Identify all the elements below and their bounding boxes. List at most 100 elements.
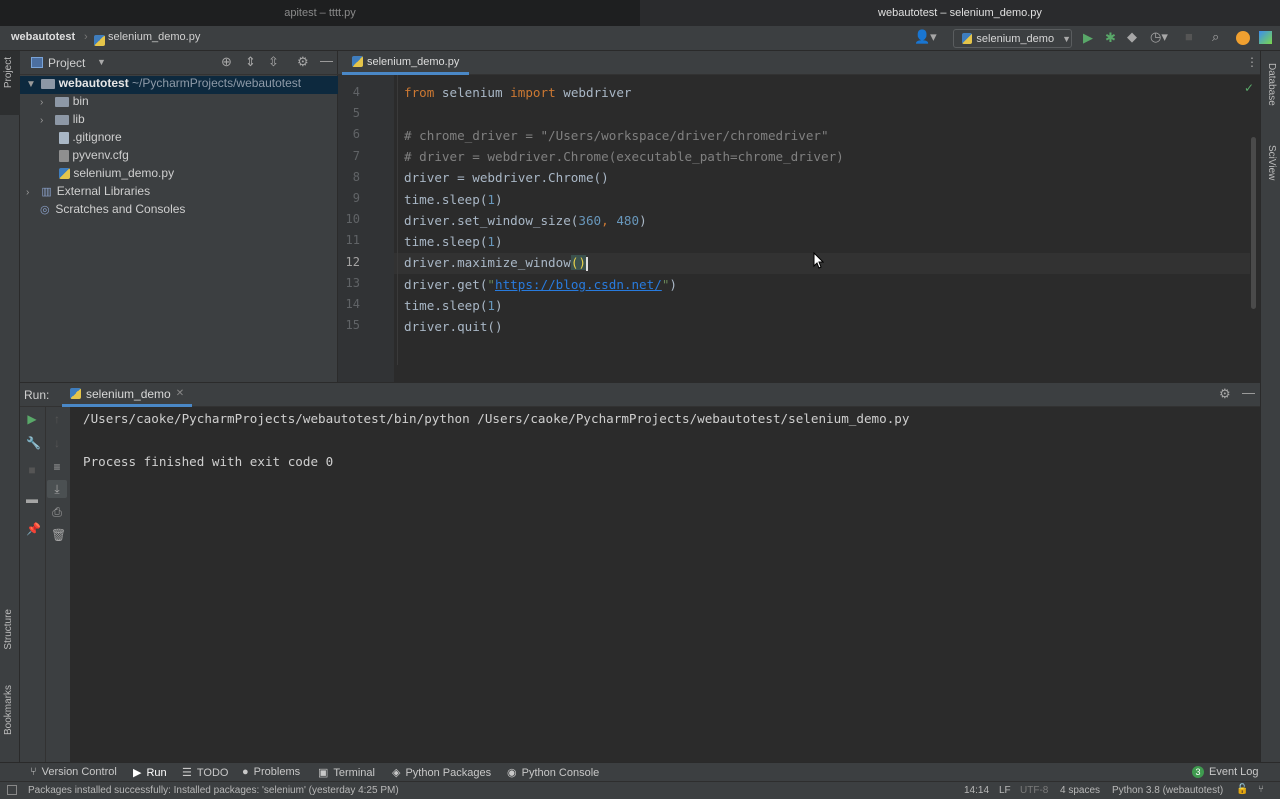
tree-item-external-libraries[interactable]: › ▥ External Libraries bbox=[20, 184, 338, 202]
code-line-4[interactable]: from selenium import webdriver bbox=[404, 85, 632, 100]
locate-icon[interactable]: ⊕ bbox=[221, 54, 232, 70]
layout-icon[interactable]: ▬ bbox=[26, 493, 38, 505]
rerun-icon[interactable]: ▶ bbox=[26, 413, 38, 425]
code-line-10[interactable]: driver.set_window_size(360, 480) bbox=[404, 213, 647, 228]
bottom-tab-run[interactable]: ▶ Run bbox=[133, 766, 167, 780]
packages-icon: ◈ bbox=[392, 767, 401, 779]
bottom-tab-todo[interactable]: ☰ TODO bbox=[182, 766, 228, 780]
project-tool-tab[interactable]: Project bbox=[0, 51, 20, 115]
status-message[interactable]: Packages installed successfully: Install… bbox=[28, 785, 399, 796]
line-number: 14 bbox=[345, 297, 360, 311]
profile-icon[interactable]: ◷▾ bbox=[1150, 29, 1168, 45]
chevron-right-icon: › bbox=[40, 97, 44, 108]
code-line-6[interactable]: # chrome_driver = "/Users/workspace/driv… bbox=[404, 128, 829, 143]
run-label: Run: bbox=[24, 388, 50, 402]
hide-icon[interactable]: — bbox=[1242, 385, 1255, 400]
sciview-tool-tab[interactable]: SciView bbox=[1266, 145, 1277, 180]
tree-root[interactable]: ▼ webautotest ~/PycharmProjects/webautot… bbox=[20, 76, 338, 94]
hide-icon[interactable]: — bbox=[320, 53, 333, 68]
url-link[interactable]: https://blog.csdn.net/ bbox=[495, 277, 662, 292]
tree-item-pyvenv[interactable]: pyvenv.cfg bbox=[20, 148, 338, 166]
gear-icon[interactable]: ⚙ bbox=[1219, 386, 1231, 402]
debug-icon[interactable]: ✱ bbox=[1105, 30, 1116, 46]
editor-tab-label: selenium_demo.py bbox=[367, 55, 460, 68]
stop-icon[interactable]: ■ bbox=[1185, 29, 1193, 44]
window-tab-apitest[interactable]: apitest – tttt.py bbox=[0, 0, 640, 26]
code-line-12[interactable]: driver.maximize_window() bbox=[404, 255, 588, 271]
bottom-tab-version-control[interactable]: ⑂ Version Control bbox=[30, 766, 117, 778]
update-icon[interactable] bbox=[1236, 31, 1250, 45]
indent-setting[interactable]: 4 spaces bbox=[1060, 785, 1100, 796]
file-encoding[interactable]: UTF-8 bbox=[1020, 785, 1048, 796]
code-line-7[interactable]: # driver = webdriver.Chrome(executable_p… bbox=[404, 149, 844, 164]
lock-icon[interactable]: 🔓 bbox=[1236, 784, 1248, 795]
breadcrumb-project[interactable]: webautotest bbox=[11, 31, 75, 43]
expand-all-icon[interactable]: ⇕ bbox=[245, 54, 256, 70]
close-icon[interactable]: ✕ bbox=[176, 388, 184, 399]
layout-toggle-icon[interactable] bbox=[7, 785, 17, 795]
chevron-down-icon[interactable]: ▼ bbox=[97, 57, 106, 67]
run-icon[interactable]: ▶ bbox=[1083, 30, 1093, 46]
window-tab-webautotest[interactable]: webautotest – selenium_demo.py bbox=[640, 0, 1280, 26]
tree-item-selenium-demo[interactable]: selenium_demo.py bbox=[20, 166, 338, 184]
python-interpreter[interactable]: Python 3.8 (webautotest) bbox=[1112, 785, 1223, 796]
line-separator[interactable]: LF bbox=[999, 785, 1011, 796]
scroll-to-end-button[interactable]: ⤓ bbox=[47, 480, 67, 498]
tree-item-gitignore[interactable]: .gitignore bbox=[20, 130, 338, 148]
coverage-icon[interactable]: ◆ bbox=[1127, 29, 1137, 45]
window-tab-bar: apitest – tttt.py webautotest – selenium… bbox=[0, 0, 1280, 26]
editor-tab-selenium-demo[interactable]: selenium_demo.py bbox=[342, 51, 470, 75]
project-view-icon bbox=[31, 57, 43, 68]
code-line-11[interactable]: time.sleep(1) bbox=[404, 234, 503, 249]
bottom-tab-python-packages[interactable]: ◈ Python Packages bbox=[392, 766, 491, 780]
tree-item-label: lib bbox=[72, 112, 85, 126]
breadcrumb-file[interactable]: selenium_demo.py bbox=[108, 31, 200, 43]
up-icon[interactable]: ↑ bbox=[51, 413, 63, 425]
trash-icon[interactable]: 🗑 bbox=[51, 529, 66, 541]
user-icon[interactable]: 👤▾ bbox=[914, 29, 937, 45]
bottom-tab-python-console[interactable]: ◉ Python Console bbox=[507, 766, 599, 780]
terminal-icon: ▣ bbox=[318, 767, 329, 779]
down-icon[interactable]: ↓ bbox=[51, 437, 63, 449]
console-exit-line: Process finished with exit code 0 bbox=[83, 454, 334, 469]
database-tool-tab[interactable]: Database bbox=[1266, 63, 1277, 106]
stop-icon[interactable]: ■ bbox=[26, 464, 38, 476]
run-tab-selenium-demo[interactable]: selenium_demo ✕ bbox=[62, 383, 193, 407]
search-icon[interactable]: ⌕ bbox=[1212, 29, 1219, 45]
code-line-8[interactable]: driver = webdriver.Chrome() bbox=[404, 170, 609, 185]
structure-tool-tab[interactable]: Structure bbox=[3, 609, 14, 650]
soft-wrap-icon[interactable]: ≡ bbox=[51, 461, 63, 473]
event-log-button[interactable]: 3 Event Log bbox=[1192, 766, 1259, 778]
project-panel-title[interactable]: Project bbox=[48, 56, 85, 70]
tree-item-scratches[interactable]: ◎ Scratches and Consoles bbox=[20, 202, 338, 220]
jetbrains-icon[interactable] bbox=[1259, 31, 1272, 44]
tree-item-lib[interactable]: › lib bbox=[20, 112, 338, 130]
caret-position[interactable]: 14:14 bbox=[964, 785, 989, 796]
gear-icon[interactable]: ⚙ bbox=[297, 54, 309, 70]
git-icon[interactable]: ⑂ bbox=[1258, 784, 1264, 795]
code-line-14[interactable]: time.sleep(1) bbox=[404, 298, 503, 313]
run-icon: ▶ bbox=[133, 767, 142, 779]
wrench-icon[interactable]: 🔧 bbox=[26, 437, 41, 449]
print-icon[interactable]: ⎙ bbox=[51, 506, 63, 518]
line-number: 9 bbox=[352, 191, 360, 205]
more-icon[interactable]: ⋮ bbox=[1246, 55, 1258, 69]
check-icon[interactable]: ✓ bbox=[1244, 81, 1254, 95]
tree-item-label: Scratches and Consoles bbox=[55, 202, 186, 216]
project-panel-header: Project ▼ ⊕ ⇕ ⇳ ⚙ — bbox=[20, 51, 338, 75]
status-bar: Packages installed successfully: Install… bbox=[0, 781, 1280, 799]
bookmarks-tool-tab[interactable]: Bookmarks bbox=[3, 685, 14, 735]
bottom-tab-terminal[interactable]: ▣ Terminal bbox=[318, 766, 375, 780]
code-line-13[interactable]: driver.get("https://blog.csdn.net/") bbox=[404, 277, 677, 292]
tree-item-bin[interactable]: › bin bbox=[20, 94, 338, 112]
collapse-all-icon[interactable]: ⇳ bbox=[268, 54, 279, 70]
line-number-gutter: 4 5 6 7 8 9 10 11 12 13 14 15 bbox=[338, 75, 394, 382]
code-line-9[interactable]: time.sleep(1) bbox=[404, 192, 503, 207]
code-line-15[interactable]: driver.quit() bbox=[404, 319, 503, 334]
run-config-selector[interactable]: selenium_demo ▼ bbox=[953, 29, 1072, 48]
editor-scrollbar[interactable] bbox=[1251, 137, 1256, 309]
folder-icon bbox=[41, 78, 56, 89]
pin-icon[interactable]: 📌 bbox=[26, 523, 41, 535]
line-number: 11 bbox=[345, 233, 360, 247]
bottom-tab-problems[interactable]: ● Problems bbox=[242, 766, 300, 778]
